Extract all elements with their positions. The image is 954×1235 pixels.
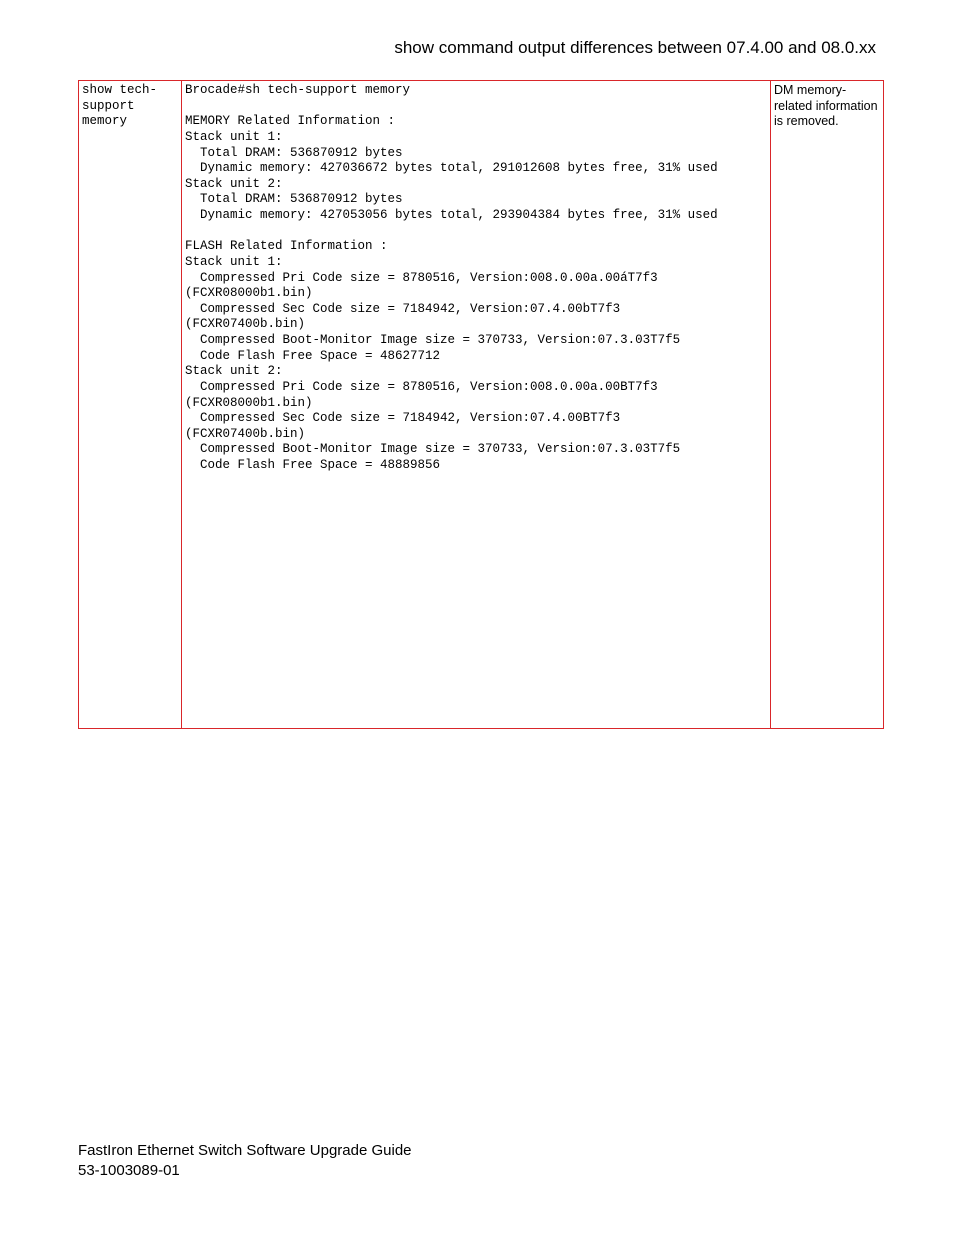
footer-doc-number: 53-1003089-01 xyxy=(78,1161,412,1181)
page-header-title: show command output differences between … xyxy=(78,38,876,58)
document-page: show command output differences between … xyxy=(0,0,954,1235)
table-row: show tech- support memory Brocade#sh tec… xyxy=(79,81,884,729)
page-footer: FastIron Ethernet Switch Software Upgrad… xyxy=(78,1141,412,1182)
command-cell: show tech- support memory xyxy=(79,81,182,729)
footer-guide-title: FastIron Ethernet Switch Software Upgrad… xyxy=(78,1141,412,1161)
diff-table: show tech- support memory Brocade#sh tec… xyxy=(78,80,884,729)
note-cell: DM memory-related information is removed… xyxy=(771,81,884,729)
output-cell: Brocade#sh tech-support memory MEMORY Re… xyxy=(182,81,771,729)
